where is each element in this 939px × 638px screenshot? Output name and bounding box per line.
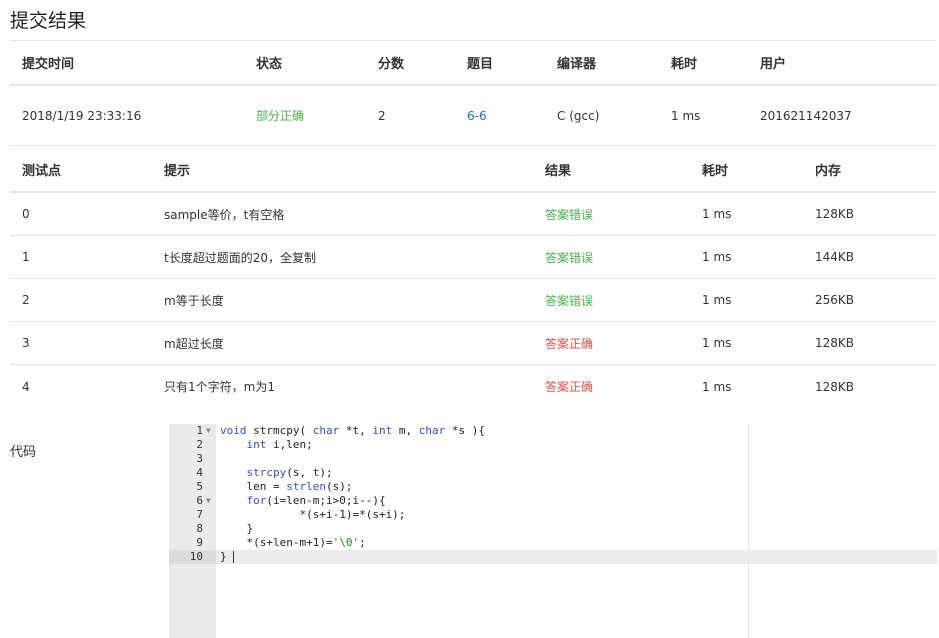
header-testcase-id: 测试点 xyxy=(22,164,62,179)
line-number: 10 xyxy=(169,550,216,564)
code-line-active[interactable]: 10 } xyxy=(169,550,937,564)
testcase-time: 1 ms xyxy=(702,207,732,221)
code-line[interactable]: 4 strcpy(s, t); xyxy=(169,466,937,480)
testcase-result: 答案正确 xyxy=(545,380,594,394)
fold-arrow-icon[interactable]: ▼ xyxy=(206,494,214,508)
header-user: 用户 xyxy=(760,57,787,72)
testcase-memory: 144KB xyxy=(815,250,855,264)
testcase-result: 答案错误 xyxy=(545,207,594,222)
testcase-result: 答案错误 xyxy=(545,293,594,308)
testcase-memory: 128KB xyxy=(815,207,855,221)
testcase-time: 1 ms xyxy=(702,250,732,264)
compiler: C (gcc) xyxy=(557,108,600,123)
testcase-time: 1 ms xyxy=(702,379,732,394)
code-text: for(i=len-m;i>0;i--){ xyxy=(246,494,386,507)
score: 2 xyxy=(378,108,386,123)
code-text: int i,len; xyxy=(246,438,313,451)
table-row: 1 t长度超过题面的20，全复制 答案错误 1 ms 144KB xyxy=(10,236,937,279)
header-submit-time: 提交时间 xyxy=(22,57,75,72)
table-row: 2 m等于长度 答案错误 1 ms 256KB xyxy=(10,279,937,322)
header-score: 分数 xyxy=(378,57,405,72)
line-number: 9 xyxy=(196,536,203,549)
testcase-id: 3 xyxy=(22,336,30,350)
code-line[interactable]: 1 ▼ void strmcpy( char *t, int m, char *… xyxy=(169,424,937,438)
line-number: 4 xyxy=(196,466,203,479)
testcase-header-row: 测试点 提示 结果 耗时 内存 xyxy=(10,148,937,193)
code-text: *(s+len-m+1)='\0'; xyxy=(220,536,366,549)
testcase-hint: m等于长度 xyxy=(164,293,224,308)
testcase-id: 4 xyxy=(22,379,30,394)
testcase-memory: 128KB xyxy=(815,379,855,394)
header-result: 结果 xyxy=(545,164,572,179)
header-duration: 耗时 xyxy=(671,57,698,72)
code-line[interactable]: 5 len = strlen(s); xyxy=(169,480,937,494)
code-line[interactable]: 7 *(s+i-1)=*(s+i); xyxy=(169,508,937,522)
code-text: } xyxy=(220,550,234,564)
header-status: 状态 xyxy=(256,57,283,72)
testcase-id: 1 xyxy=(22,250,30,264)
testcase-id: 0 xyxy=(22,207,30,221)
testcase-table: 测试点 提示 结果 耗时 内存 0 sample等价，t有空格 答案错误 1 m… xyxy=(10,148,937,408)
header-hint: 提示 xyxy=(164,164,191,179)
code-line[interactable]: 6 ▼ for(i=len-m;i>0;i--){ xyxy=(169,494,937,508)
testcase-result: 答案错误 xyxy=(545,250,594,265)
status-badge: 部分正确 xyxy=(256,109,305,123)
table-row: 3 m超过长度 答案正确 1 ms 128KB xyxy=(10,322,937,365)
line-number: 2 xyxy=(196,438,203,451)
code-text: } xyxy=(220,522,254,535)
submission-table: 提交时间 状态 分数 题目 编译器 耗时 用户 2018/1/19 23:33:… xyxy=(10,41,937,146)
testcase-result: 答案正确 xyxy=(545,336,594,351)
testcase-id: 2 xyxy=(22,293,30,307)
table-row: 0 sample等价，t有空格 答案错误 1 ms 128KB xyxy=(10,193,937,236)
line-number: 7 xyxy=(196,508,203,521)
code-label: 代码 xyxy=(10,445,37,460)
testcase-time: 1 ms xyxy=(702,293,732,307)
testcase-memory: 256KB xyxy=(815,293,855,307)
testcase-hint: m超过长度 xyxy=(164,336,224,351)
code-line[interactable]: 2 int i,len; xyxy=(169,438,937,452)
user-id: 201621142037 xyxy=(760,108,852,123)
problem-link[interactable]: 6-6 xyxy=(467,86,487,145)
code-text: len = strlen(s); xyxy=(220,480,353,493)
code-line[interactable]: 3 xyxy=(169,452,937,466)
code-text: *(s+i-1)=*(s+i); xyxy=(220,508,406,521)
code-line[interactable]: 8 } xyxy=(169,522,937,536)
line-number: 8 xyxy=(196,522,203,535)
code-text: void strmcpy( char *t, int m, char *s ){ xyxy=(220,424,485,437)
testcase-memory: 128KB xyxy=(815,336,855,350)
header-compiler: 编译器 xyxy=(557,57,597,72)
testcase-time: 1 ms xyxy=(702,336,732,350)
testcase-hint: 只有1个字符，m为1 xyxy=(164,380,275,394)
code-editor[interactable]: 1 ▼ void strmcpy( char *t, int m, char *… xyxy=(169,424,937,638)
text-cursor xyxy=(232,551,234,563)
submission-header-row: 提交时间 状态 分数 题目 编译器 耗时 用户 xyxy=(10,41,937,86)
fold-arrow-icon[interactable]: ▼ xyxy=(206,424,214,438)
page-title: 提交结果 xyxy=(10,10,87,32)
table-row: 4 只有1个字符，m为1 答案正确 1 ms 128KB xyxy=(10,365,937,408)
line-number: 3 xyxy=(196,452,203,465)
header-problem: 题目 xyxy=(467,57,494,72)
duration: 1 ms xyxy=(671,108,701,123)
code-line[interactable]: 9 *(s+len-m+1)='\0'; xyxy=(169,536,937,550)
header-time: 耗时 xyxy=(702,164,729,179)
header-memory: 内存 xyxy=(815,164,842,179)
line-number: 5 xyxy=(196,480,203,493)
testcase-hint: t长度超过题面的20，全复制 xyxy=(164,250,316,265)
submission-row: 2018/1/19 23:33:16 部分正确 2 6-6 C (gcc) 1 … xyxy=(10,86,937,146)
code-text: strcpy(s, t); xyxy=(246,466,333,479)
submit-time: 2018/1/19 23:33:16 xyxy=(22,108,142,123)
testcase-hint: sample等价，t有空格 xyxy=(164,207,285,222)
